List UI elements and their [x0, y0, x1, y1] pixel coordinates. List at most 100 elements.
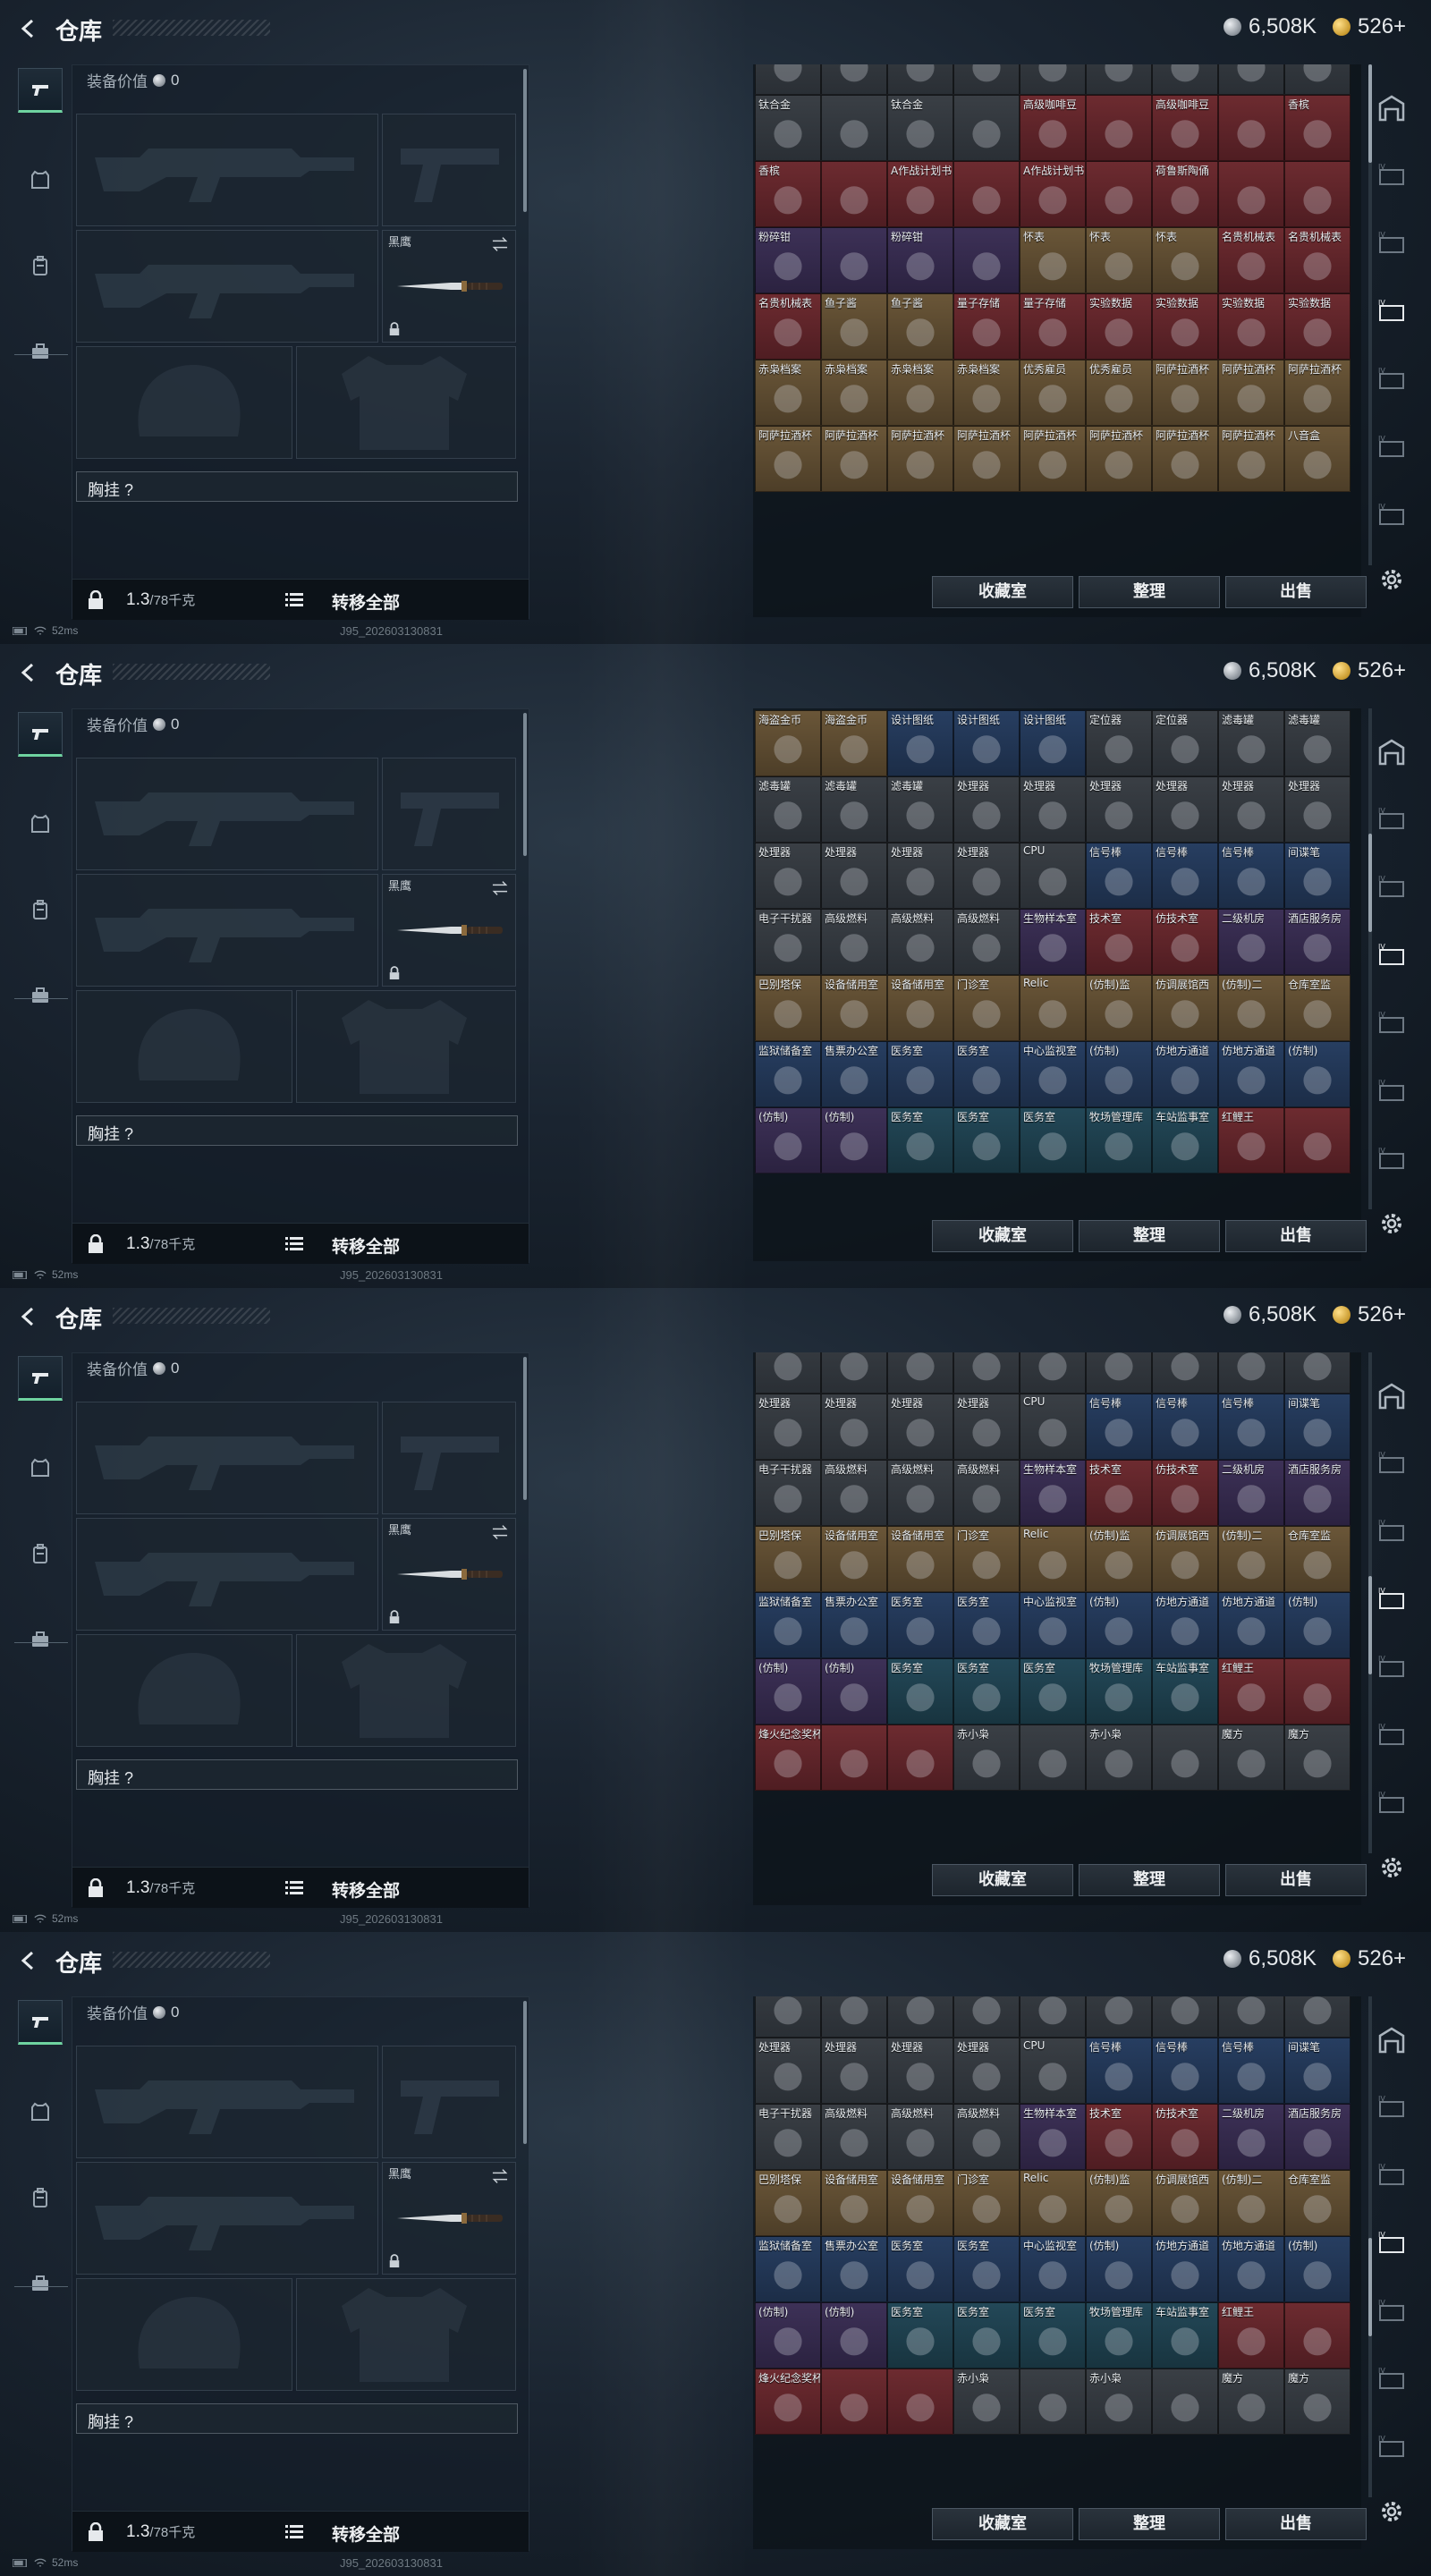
storage-tab-7[interactable]: IV: [1372, 1784, 1411, 1823]
inventory-item[interactable]: 医务室: [887, 1107, 953, 1174]
swap-icon[interactable]: [490, 234, 510, 254]
settings-gear-icon[interactable]: [1377, 565, 1406, 594]
inventory-item[interactable]: 魔方: [1284, 1724, 1351, 1791]
inventory-item[interactable]: 处理器: [887, 2038, 953, 2104]
inventory-item[interactable]: (仿制): [1284, 2236, 1351, 2302]
storage-tab-5[interactable]: IV: [1372, 1648, 1411, 1687]
inventory-item[interactable]: 仓库室监: [1284, 2170, 1351, 2236]
inventory-item[interactable]: (仿制): [1086, 1592, 1152, 1658]
inventory-item[interactable]: 设计图纸: [1020, 710, 1086, 776]
inventory-item[interactable]: 高级咖啡豆: [1020, 95, 1086, 161]
inventory-item[interactable]: 仓库室监: [1284, 975, 1351, 1041]
inventory-item[interactable]: 信号棒: [1218, 843, 1284, 909]
melee-slot[interactable]: 黑鹰: [382, 230, 516, 343]
settings-gear-icon[interactable]: [1377, 1209, 1406, 1238]
inventory-item[interactable]: [821, 2368, 887, 2435]
inventory-item[interactable]: 赤枭档案: [887, 360, 953, 426]
settings-gear-icon[interactable]: [1377, 1853, 1406, 1882]
inventory-item[interactable]: 名贵机械表: [1218, 227, 1284, 293]
inventory-item[interactable]: [1152, 1352, 1218, 1394]
inventory-item[interactable]: 中心监视室: [1020, 2236, 1086, 2302]
inventory-item[interactable]: 高级咖啡豆: [1152, 95, 1218, 161]
secondary-weapon-slot[interactable]: [76, 2162, 378, 2275]
inventory-item[interactable]: 车站监事室: [1152, 1107, 1218, 1174]
inventory-item[interactable]: 生物样本室: [1020, 1460, 1086, 1526]
back-button[interactable]: [13, 1945, 45, 1977]
gold-balance[interactable]: 526+: [1333, 1302, 1406, 1327]
pistol-slot[interactable]: [382, 758, 516, 870]
inventory-item[interactable]: 医务室: [1020, 1658, 1086, 1724]
primary-weapon-slot[interactable]: [76, 2046, 378, 2158]
inventory-item[interactable]: CPU: [1020, 843, 1086, 909]
inventory-item[interactable]: [1152, 1996, 1218, 2038]
nav-backpack-tab[interactable]: [18, 1531, 63, 1576]
inventory-item[interactable]: 信号棒: [1218, 2038, 1284, 2104]
melee-slot[interactable]: 黑鹰: [382, 2162, 516, 2275]
inventory-item[interactable]: (仿制): [821, 1658, 887, 1724]
back-button[interactable]: [13, 657, 45, 689]
inventory-item[interactable]: 阿萨拉酒杯: [1152, 360, 1218, 426]
inventory-item[interactable]: 设备储用室: [821, 2170, 887, 2236]
inventory-item[interactable]: CPU: [1020, 1394, 1086, 1460]
primary-weapon-slot[interactable]: [76, 758, 378, 870]
inventory-item[interactable]: (仿制): [755, 1107, 821, 1174]
inventory-item[interactable]: 海盗金币: [755, 710, 821, 776]
inventory-item[interactable]: 阿萨拉酒杯: [1086, 426, 1152, 492]
primary-weapon-slot[interactable]: [76, 1402, 378, 1514]
inventory-item[interactable]: [887, 1352, 953, 1394]
equipment-scrollbar[interactable]: [523, 713, 527, 856]
inventory-item[interactable]: 设计图纸: [887, 710, 953, 776]
storage-tab-6[interactable]: IV: [1372, 1072, 1411, 1111]
inventory-item[interactable]: 高级燃料: [887, 1460, 953, 1526]
inventory-item[interactable]: [1020, 64, 1086, 95]
inventory-item[interactable]: [1086, 161, 1152, 227]
inventory-item[interactable]: 医务室: [953, 1041, 1020, 1107]
storage-tab-2[interactable]: IV: [1372, 800, 1411, 839]
inventory-item[interactable]: [953, 64, 1020, 95]
inventory-item[interactable]: [1020, 1724, 1086, 1791]
inventory-item[interactable]: 二级机房: [1218, 909, 1284, 975]
inventory-item[interactable]: (仿制): [755, 2302, 821, 2368]
back-button[interactable]: [13, 13, 45, 45]
inventory-item[interactable]: (仿制): [755, 1658, 821, 1724]
gold-balance[interactable]: 526+: [1333, 658, 1406, 683]
nav-backpack-tab[interactable]: [18, 2175, 63, 2220]
inventory-item[interactable]: 牧场管理库: [1086, 1107, 1152, 1174]
storage-tab-4[interactable]: IV: [1372, 2224, 1411, 2263]
inventory-item[interactable]: [1284, 1658, 1351, 1724]
inventory-item[interactable]: 阿萨拉酒杯: [953, 426, 1020, 492]
inventory-item[interactable]: 生物样本室: [1020, 2104, 1086, 2170]
inventory-item[interactable]: 门诊室: [953, 975, 1020, 1041]
inventory-item[interactable]: [953, 95, 1020, 161]
inventory-item[interactable]: 阿萨拉酒杯: [1218, 426, 1284, 492]
inventory-item[interactable]: 售票办公室: [821, 2236, 887, 2302]
inventory-item[interactable]: 阿萨拉酒杯: [1020, 426, 1086, 492]
inventory-item[interactable]: (仿制): [1284, 1041, 1351, 1107]
inventory-item[interactable]: 医务室: [953, 2302, 1020, 2368]
body-armor-slot[interactable]: [296, 2278, 516, 2391]
inventory-item[interactable]: 滤毒罐: [755, 776, 821, 843]
body-armor-slot[interactable]: [296, 990, 516, 1103]
inventory-item[interactable]: A作战计划书: [887, 161, 953, 227]
collection-room-button[interactable]: 收藏室: [932, 576, 1073, 608]
inventory-item[interactable]: 技术室: [1086, 2104, 1152, 2170]
nav-case-tab[interactable]: [18, 2261, 63, 2306]
nav-weapon-tab[interactable]: [18, 68, 63, 113]
inventory-item[interactable]: 二级机房: [1218, 1460, 1284, 1526]
inventory-item[interactable]: 酒店服务房: [1284, 1460, 1351, 1526]
sort-button[interactable]: 整理: [1079, 1220, 1220, 1252]
inventory-item[interactable]: 处理器: [821, 2038, 887, 2104]
inventory-item[interactable]: 监狱储备室: [755, 1592, 821, 1658]
helmet-slot[interactable]: [76, 2278, 292, 2391]
inventory-item[interactable]: 医务室: [953, 2236, 1020, 2302]
nav-case-tab[interactable]: [18, 329, 63, 374]
inventory-item[interactable]: 量子存储: [953, 293, 1020, 360]
inventory-item[interactable]: 魔方: [1218, 2368, 1284, 2435]
inventory-item[interactable]: [1218, 161, 1284, 227]
storage-tab-main[interactable]: [1372, 1376, 1411, 1415]
inventory-item[interactable]: 实验数据: [1218, 293, 1284, 360]
inventory-item[interactable]: 间谍笔: [1284, 1394, 1351, 1460]
inventory-item[interactable]: A作战计划书: [1020, 161, 1086, 227]
collection-room-button[interactable]: 收藏室: [932, 2508, 1073, 2540]
inventory-item[interactable]: 医务室: [953, 1592, 1020, 1658]
